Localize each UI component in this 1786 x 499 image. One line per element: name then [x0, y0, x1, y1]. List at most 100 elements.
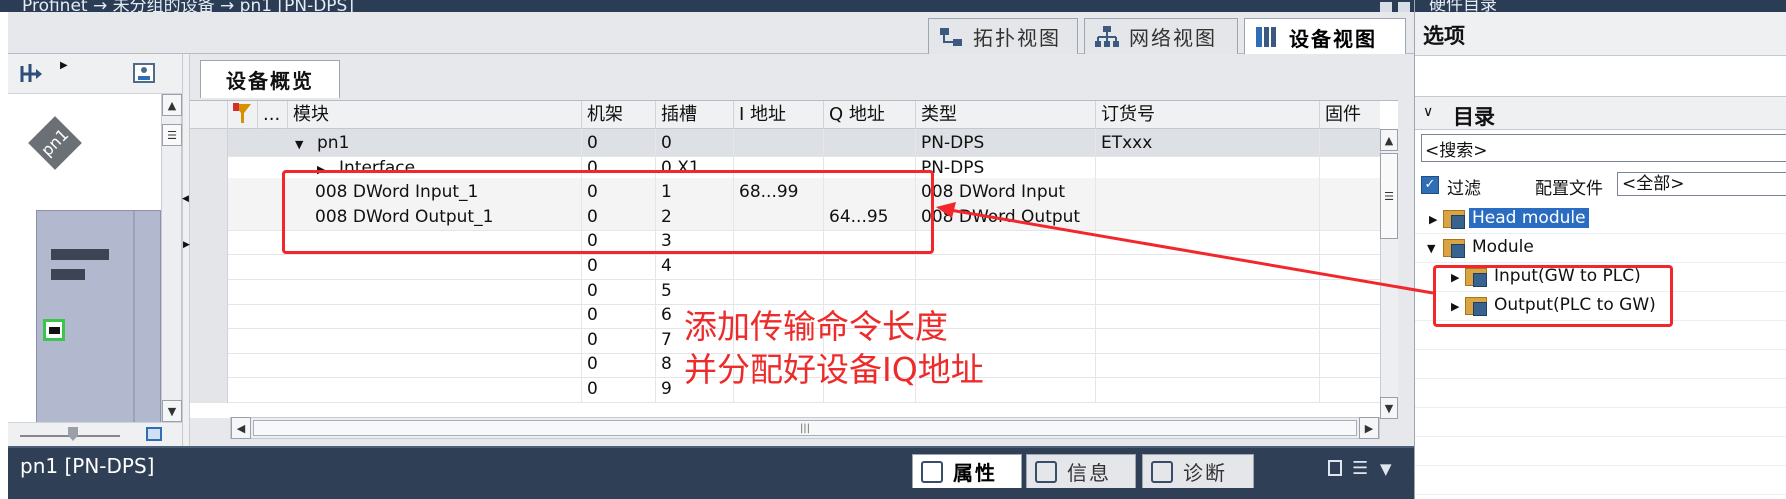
- tab-diagnostics[interactable]: 诊断: [1142, 454, 1254, 488]
- module-slot-bar: [51, 269, 85, 280]
- scroll-right-icon[interactable]: ▶: [1359, 417, 1379, 439]
- tab-info-label: 信息: [1067, 461, 1111, 485]
- row-header[interactable]: [190, 375, 228, 403]
- chevron-down-icon[interactable]: ∨: [1423, 104, 1433, 120]
- tab-info[interactable]: 信息: [1026, 454, 1136, 488]
- module-slot-bar: [51, 249, 109, 260]
- zoom-fit-icon[interactable]: [146, 427, 162, 441]
- options-label: 选项: [1423, 24, 1465, 48]
- table-header: ... 模块 机架 插槽 I 地址 Q 地址 类型 订货号 固件: [190, 101, 1380, 129]
- tab-device-overview[interactable]: 设备概览: [200, 60, 340, 98]
- header-q-address[interactable]: Q 地址: [824, 101, 916, 129]
- topology-icon: [939, 25, 963, 49]
- collapse-left-icon[interactable]: ◀: [182, 194, 189, 204]
- profile-label: 配置文件: [1535, 179, 1603, 199]
- scroll-up-icon[interactable]: ▲: [162, 94, 182, 116]
- expand-arrow-icon[interactable]: ▶: [1451, 300, 1459, 313]
- tab-diagnostics-label: 诊断: [1183, 461, 1227, 485]
- cell-rack[interactable]: 0: [582, 375, 656, 403]
- catalog-search-input[interactable]: [1421, 134, 1786, 162]
- cell-module[interactable]: [288, 375, 582, 403]
- network-icon: [1095, 25, 1119, 49]
- catalog-tree-item[interactable]: ▼ Module: [1415, 234, 1786, 263]
- cell-order-number[interactable]: [1096, 375, 1320, 403]
- filter-checkbox[interactable]: ✓: [1421, 176, 1439, 194]
- module-name: Interface: [339, 157, 416, 178]
- tree-item-label: Head module: [1469, 208, 1589, 228]
- header-corner: [190, 101, 228, 129]
- module-name: pn1: [317, 133, 350, 153]
- tab-properties-label: 属性: [953, 461, 997, 485]
- window-titlebar: Profinet → 未分组的设备 → pn1 [PN-DPS]: [0, 0, 1414, 12]
- catalog-tree-item[interactable]: ▶ Input(GW to PLC): [1415, 263, 1786, 292]
- window-title: Profinet → 未分组的设备 → pn1 [PN-DPS]: [22, 0, 354, 12]
- annotation-text: 添加传输命令长度 并分配好设备IQ地址: [684, 305, 984, 391]
- tab-properties[interactable]: 属性: [912, 454, 1022, 488]
- tab-network-label: 网络视图: [1129, 26, 1217, 50]
- header-module[interactable]: 模块: [288, 101, 582, 129]
- zoom-slider-handle[interactable]: [68, 427, 78, 441]
- rack-canvas: pn1: [28, 94, 161, 462]
- inspector-title: pn1 [PN-DPS]: [20, 454, 155, 478]
- catalog-tree-item[interactable]: ▶ Head module: [1415, 205, 1786, 234]
- filter-row: ✓ 过滤 配置文件 <全部>: [1421, 172, 1786, 200]
- diagnostics-icon: [1151, 460, 1173, 483]
- scroll-down-icon[interactable]: ▼: [162, 400, 182, 422]
- expand-arrow-icon[interactable]: ▶: [1451, 271, 1459, 284]
- header-type[interactable]: 类型: [916, 101, 1096, 129]
- device-label-tag[interactable]: pn1: [28, 116, 82, 170]
- task-card-titlebar: 硬件目录: [1415, 0, 1786, 12]
- module-name: 008 DWord Output_1: [315, 206, 494, 227]
- tab-device-label: 设备视图: [1289, 26, 1377, 51]
- catalog-section-header[interactable]: ∨ 目录: [1415, 96, 1786, 130]
- options-header[interactable]: 选项: [1415, 12, 1786, 56]
- module-folder-icon: [1465, 268, 1487, 287]
- scroll-thumb[interactable]: |||: [253, 420, 1357, 436]
- header-rack[interactable]: 机架: [582, 101, 656, 129]
- header-order-number[interactable]: 订货号: [1096, 101, 1320, 129]
- header-slot[interactable]: 插槽: [656, 101, 734, 129]
- device-graphic-panel: ▶ pn1 ▲ ☰ ▼: [8, 54, 182, 474]
- graphic-vertical-scrollbar[interactable]: ▲ ☰ ▼: [161, 94, 182, 474]
- tab-network-view[interactable]: 网络视图: [1084, 18, 1238, 54]
- interface-port-icon[interactable]: [43, 319, 65, 341]
- scroll-thumb[interactable]: ☰: [162, 124, 182, 146]
- annotation-line-2: 并分配好设备IQ地址: [684, 350, 984, 389]
- scroll-up-icon[interactable]: ▲: [1380, 129, 1398, 151]
- scroll-left-icon[interactable]: ◀: [231, 417, 251, 439]
- info-icon: [1035, 460, 1057, 483]
- catalog-tree-item[interactable]: ▶ Output(PLC to GW): [1415, 292, 1786, 321]
- device-module-graphic[interactable]: [36, 210, 161, 456]
- chevron-down-icon[interactable]: ▼: [1380, 460, 1392, 478]
- tree-item-label: Module: [1472, 237, 1534, 257]
- annotation-line-1: 添加传输命令长度: [684, 307, 948, 346]
- tab-topology-view[interactable]: 拓扑视图: [928, 18, 1078, 54]
- device-network-icon[interactable]: [18, 62, 44, 91]
- module-folder-icon: [1443, 210, 1465, 229]
- view-tab-strip: 拓扑视图 网络视图 设备视图: [8, 12, 1414, 55]
- profile-select[interactable]: <全部>: [1617, 172, 1786, 196]
- tab-topology-label: 拓扑视图: [973, 26, 1061, 50]
- graphic-toolbar: ▶: [8, 54, 182, 94]
- header-firmware[interactable]: 固件: [1320, 101, 1380, 129]
- module-folder-icon: [1443, 239, 1465, 258]
- menu-lines-icon[interactable]: ☰: [1352, 458, 1368, 479]
- header-i-address[interactable]: I 地址: [734, 101, 824, 129]
- restore-icon[interactable]: [1328, 460, 1342, 476]
- device-icon: [1255, 25, 1279, 49]
- task-card-title: 硬件目录: [1429, 0, 1497, 12]
- properties-icon: [921, 460, 943, 483]
- filter-label: 过滤: [1447, 179, 1481, 199]
- device-properties-icon[interactable]: [132, 62, 156, 91]
- expand-arrow-icon[interactable]: ▶: [60, 60, 68, 71]
- header-more[interactable]: ...: [258, 101, 288, 129]
- table-horizontal-scrollbar[interactable]: ◀ ||| ▶: [230, 417, 1380, 439]
- maximize-icon[interactable]: [1398, 2, 1410, 12]
- tab-device-view[interactable]: 设备视图: [1244, 18, 1406, 55]
- scroll-down-icon[interactable]: ▼: [1380, 397, 1398, 419]
- minimize-icon[interactable]: [1380, 2, 1392, 12]
- column-filter-icon[interactable]: [228, 101, 258, 129]
- expand-right-icon[interactable]: ▶: [183, 240, 190, 250]
- task-card-panel: 硬件目录 选项 ∨ 目录 ✓ 过滤 配置文件 <全部> ▶ Head modul…: [1414, 0, 1786, 499]
- panel-splitter[interactable]: ◀ ▶: [182, 54, 190, 446]
